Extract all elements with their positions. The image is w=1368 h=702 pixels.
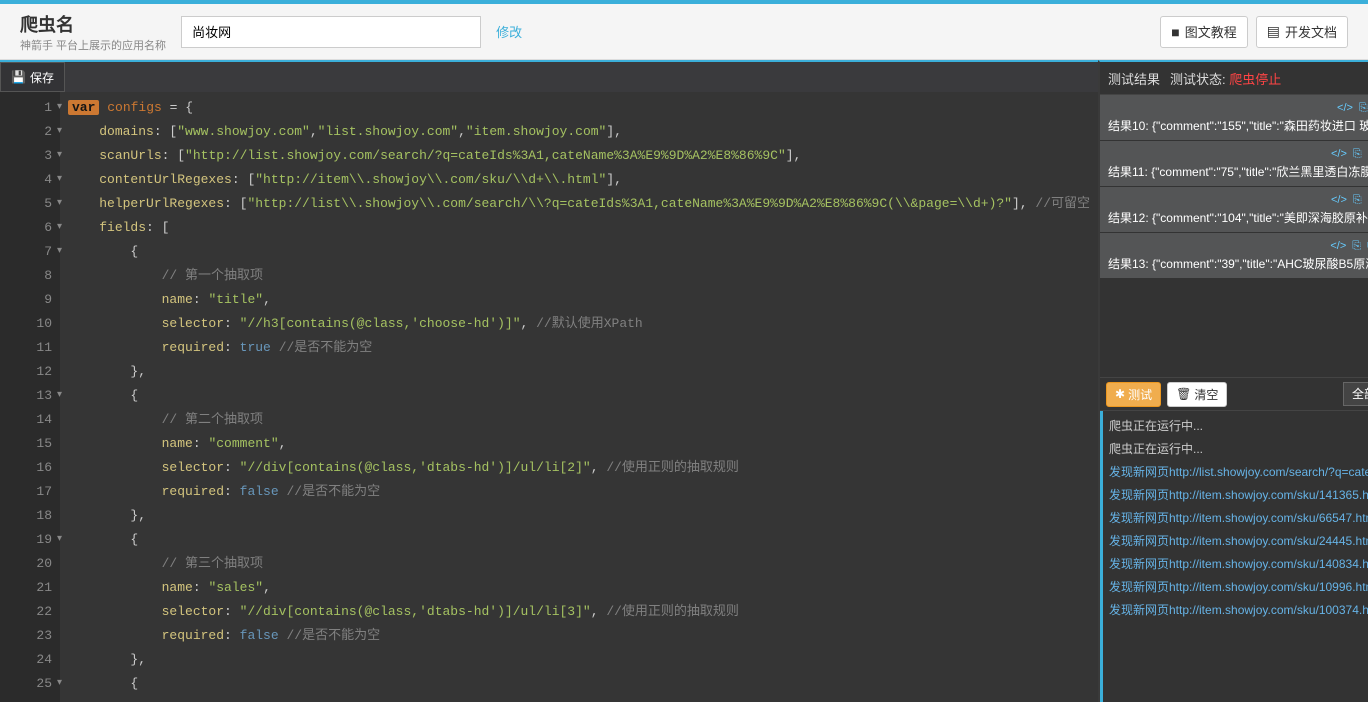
app-name-label: 爬虫名: [20, 11, 166, 37]
code-line[interactable]: {: [68, 240, 1090, 264]
code-line[interactable]: // 第二个抽取项: [68, 408, 1090, 432]
line-number: 11: [4, 336, 52, 360]
code-icon[interactable]: </>: [1330, 240, 1346, 252]
header: 爬虫名 神箭手 平台上展示的应用名称 修改 ■图文教程 ▤开发文档: [0, 4, 1368, 60]
log-line[interactable]: 发现新网页http://item.showjoy.com/sku/66547.h…: [1109, 507, 1368, 530]
log-line[interactable]: 发现新网页http://item.showjoy.com/sku/140834.…: [1109, 553, 1368, 576]
log-filter-1[interactable]: 全部: [1343, 382, 1368, 406]
line-number: 4: [4, 168, 52, 192]
line-number: 1: [4, 96, 52, 120]
trash-icon: 🗑: [1176, 387, 1191, 401]
code-line[interactable]: selector: "//div[contains(@class,'dtabs-…: [68, 600, 1090, 624]
app-name-input[interactable]: [181, 16, 481, 48]
result-row[interactable]: </>⎘⧉2016-05-23 17:1:13结果13: {"comment":…: [1100, 233, 1368, 278]
result-text: 结果10: {"comment":"155","title":"森田药妆进口 玻…: [1108, 117, 1368, 134]
line-number: 9: [4, 288, 52, 312]
result-header: 测试结果 测试状态: 爬虫停止 ↻清空结果: [1100, 62, 1368, 95]
result-text: 结果13: {"comment":"39","title":"AHC玻尿酸B5原…: [1108, 255, 1368, 272]
video-icon: ■: [1171, 24, 1179, 40]
code-icon[interactable]: </>: [1331, 194, 1347, 206]
modify-link[interactable]: 修改: [496, 22, 522, 41]
code-line[interactable]: },: [68, 360, 1090, 384]
result-row[interactable]: </>⎘⧉2016-05-23 17:1:11结果12: {"comment":…: [1100, 187, 1368, 232]
line-number: 5: [4, 192, 52, 216]
code-line[interactable]: {: [68, 528, 1090, 552]
line-number: 2: [4, 120, 52, 144]
copy-icon[interactable]: ⎘: [1359, 102, 1368, 115]
code-line[interactable]: name: "title",: [68, 288, 1090, 312]
save-button[interactable]: 💾保存: [0, 62, 65, 92]
result-text: 结果11: {"comment":"75","title":"欣兰黑里透白冻膜"…: [1108, 163, 1368, 180]
book-icon: ▤: [1267, 23, 1280, 40]
line-number: 6: [4, 216, 52, 240]
code-icon[interactable]: </>: [1337, 102, 1353, 114]
code-line[interactable]: name: "comment",: [68, 432, 1090, 456]
result-title: 测试结果: [1108, 69, 1160, 88]
line-number: 23: [4, 624, 52, 648]
log-line: 爬虫正在运行中...: [1109, 438, 1368, 461]
results-list[interactable]: </>⎘⧉2016-05-23 17:1:9结果10: {"comment":"…: [1100, 95, 1368, 377]
copy-icon[interactable]: ⎘: [1353, 194, 1362, 207]
line-number: 24: [4, 648, 52, 672]
copy-icon[interactable]: ⎘: [1353, 148, 1362, 161]
code-line[interactable]: scanUrls: ["http://list.showjoy.com/sear…: [68, 144, 1090, 168]
result-status: 测试状态: 爬虫停止: [1170, 69, 1281, 88]
code-line[interactable]: required: false //是否不能为空: [68, 624, 1090, 648]
dev-doc-button[interactable]: ▤开发文档: [1256, 16, 1348, 48]
code-line[interactable]: domains: ["www.showjoy.com","list.showjo…: [68, 120, 1090, 144]
bug-icon: ✱: [1115, 387, 1125, 401]
code-line[interactable]: contentUrlRegexes: ["http://item\\.showj…: [68, 168, 1090, 192]
line-number: 8: [4, 264, 52, 288]
log-line[interactable]: 发现新网页http://item.showjoy.com/sku/100374.…: [1109, 599, 1368, 622]
line-number: 13: [4, 384, 52, 408]
code-icon[interactable]: </>: [1331, 148, 1347, 160]
line-number: 12: [4, 360, 52, 384]
line-number: 10: [4, 312, 52, 336]
code-line[interactable]: selector: "//h3[contains(@class,'choose-…: [68, 312, 1090, 336]
code-line[interactable]: helperUrlRegexes: ["http://list\\.showjo…: [68, 192, 1090, 216]
log-line[interactable]: 发现新网页http://item.showjoy.com/sku/24445.h…: [1109, 530, 1368, 553]
code-line[interactable]: // 第三个抽取项: [68, 552, 1090, 576]
line-number: 14: [4, 408, 52, 432]
result-text: 结果12: {"comment":"104","title":"美即深海胶原补水…: [1108, 209, 1368, 226]
code-line[interactable]: },: [68, 504, 1090, 528]
line-number: 20: [4, 552, 52, 576]
line-number: 22: [4, 600, 52, 624]
save-icon: 💾: [11, 70, 26, 84]
line-number: 3: [4, 144, 52, 168]
code-line[interactable]: selector: "//div[contains(@class,'dtabs-…: [68, 456, 1090, 480]
line-number: 25: [4, 672, 52, 696]
line-number: 17: [4, 480, 52, 504]
line-number: 21: [4, 576, 52, 600]
line-number: 7: [4, 240, 52, 264]
code-line[interactable]: {: [68, 384, 1090, 408]
result-row[interactable]: </>⎘⧉2016-05-23 17:1:11结果11: {"comment":…: [1100, 141, 1368, 186]
code-line[interactable]: required: true //是否不能为空: [68, 336, 1090, 360]
line-number: 18: [4, 504, 52, 528]
code-line[interactable]: },: [68, 648, 1090, 672]
app-subtitle: 神箭手 平台上展示的应用名称: [20, 37, 166, 53]
copy-icon[interactable]: ⎘: [1352, 240, 1361, 253]
log-line: 爬虫正在运行中...: [1109, 415, 1368, 438]
code-line[interactable]: fields: [: [68, 216, 1090, 240]
result-row[interactable]: </>⎘⧉2016-05-23 17:1:9结果10: {"comment":"…: [1100, 95, 1368, 140]
code-editor[interactable]: 1234567891011121314151617181920212223242…: [0, 92, 1098, 702]
code-line[interactable]: {: [68, 672, 1090, 696]
log-line[interactable]: 发现新网页http://item.showjoy.com/sku/141365.…: [1109, 484, 1368, 507]
test-button[interactable]: ✱测试: [1106, 382, 1161, 407]
log-line[interactable]: 发现新网页http://list.showjoy.com/search/?q=c…: [1109, 461, 1368, 484]
log-toolbar: ✱测试 🗑清空 全部 全部: [1100, 377, 1368, 411]
code-line[interactable]: name: "sales",: [68, 576, 1090, 600]
line-number: 15: [4, 432, 52, 456]
code-line[interactable]: var configs = {: [68, 96, 1090, 120]
editor-panel: 💾保存 123456789101112131415161718192021222…: [0, 60, 1098, 702]
code-line[interactable]: // 第一个抽取项: [68, 264, 1090, 288]
clear-log-button[interactable]: 🗑清空: [1167, 382, 1227, 407]
code-line[interactable]: required: false //是否不能为空: [68, 480, 1090, 504]
line-number: 16: [4, 456, 52, 480]
tutorial-button[interactable]: ■图文教程: [1160, 16, 1247, 48]
line-number: 19: [4, 528, 52, 552]
log-line[interactable]: 发现新网页http://item.showjoy.com/sku/10996.h…: [1109, 576, 1368, 599]
log-output[interactable]: 爬虫正在运行中...爬虫正在运行中...发现新网页http://list.sho…: [1100, 411, 1368, 702]
